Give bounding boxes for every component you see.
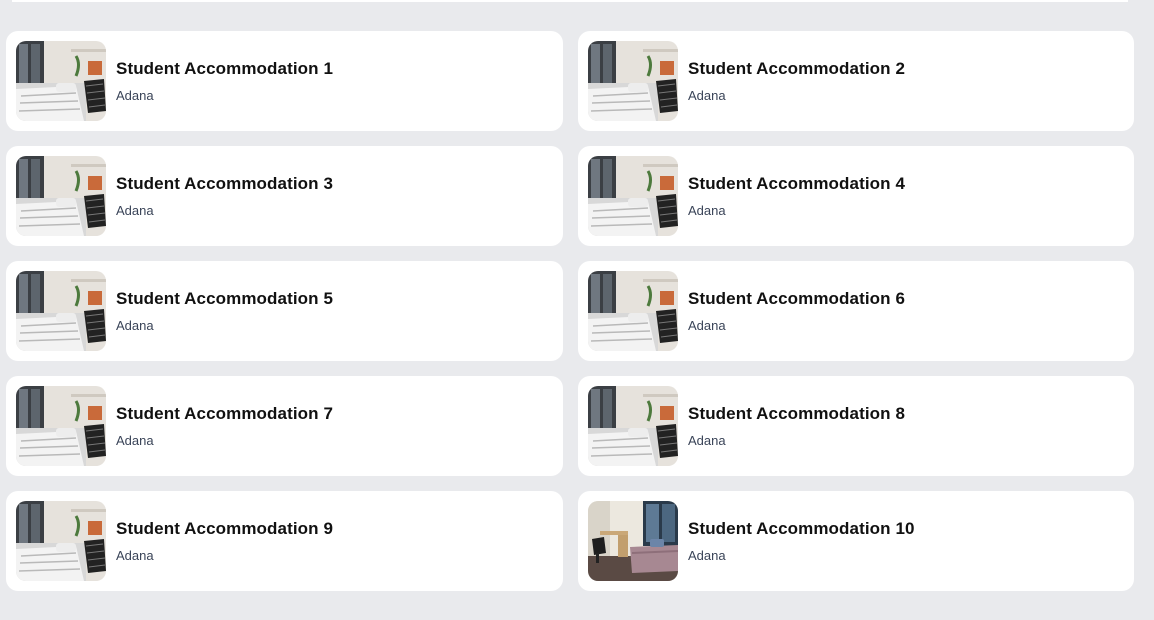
- listing-photo: [588, 41, 678, 121]
- listing-info: Student Accommodation 7 Adana: [116, 404, 333, 449]
- listing-info: Student Accommodation 9 Adana: [116, 519, 333, 564]
- listing-card[interactable]: Student Accommodation 5 Adana: [6, 261, 563, 361]
- listing-title[interactable]: Student Accommodation 7: [116, 404, 333, 424]
- listing-title[interactable]: Student Accommodation 4: [688, 174, 905, 194]
- listing-photo: [588, 386, 678, 466]
- listing-location: Adana: [116, 317, 154, 333]
- listing-info: Student Accommodation 1 Adana: [116, 59, 333, 104]
- room-white-icon: [16, 41, 106, 121]
- listing-info: Student Accommodation 3 Adana: [116, 174, 333, 219]
- listing-location: Adana: [116, 432, 154, 448]
- listing-title[interactable]: Student Accommodation 3: [116, 174, 333, 194]
- listing-title[interactable]: Student Accommodation 10: [688, 519, 915, 539]
- listing-card[interactable]: Student Accommodation 10 Adana: [578, 491, 1134, 591]
- listing-photo: [16, 271, 106, 351]
- top-divider: [12, 0, 1128, 2]
- listing-info: Student Accommodation 4 Adana: [688, 174, 905, 219]
- listing-card[interactable]: Student Accommodation 2 Adana: [578, 31, 1134, 131]
- listing-title[interactable]: Student Accommodation 1: [116, 59, 333, 79]
- room-white-icon: [588, 386, 678, 466]
- listing-title[interactable]: Student Accommodation 2: [688, 59, 905, 79]
- listing-card[interactable]: Student Accommodation 7 Adana: [6, 376, 563, 476]
- listing-title[interactable]: Student Accommodation 8: [688, 404, 905, 424]
- listing-title[interactable]: Student Accommodation 5: [116, 289, 333, 309]
- listing-location: Adana: [116, 547, 154, 563]
- room-white-icon: [588, 41, 678, 121]
- listing-location: Adana: [688, 202, 726, 218]
- room-white-icon: [16, 156, 106, 236]
- room-desk-icon: [588, 501, 678, 581]
- listing-card[interactable]: Student Accommodation 4 Adana: [578, 146, 1134, 246]
- listing-photo: [16, 41, 106, 121]
- listing-photo: [588, 501, 678, 581]
- listing-location: Adana: [116, 202, 154, 218]
- listing-card[interactable]: Student Accommodation 1 Adana: [6, 31, 563, 131]
- room-white-icon: [16, 386, 106, 466]
- listing-location: Adana: [116, 87, 154, 103]
- listing-location: Adana: [688, 87, 726, 103]
- listing-photo: [588, 156, 678, 236]
- listing-info: Student Accommodation 8 Adana: [688, 404, 905, 449]
- listing-info: Student Accommodation 2 Adana: [688, 59, 905, 104]
- listing-grid: Student Accommodation 1 Adana Student Ac…: [6, 31, 1134, 591]
- listing-photo: [588, 271, 678, 351]
- listing-location: Adana: [688, 432, 726, 448]
- room-white-icon: [588, 271, 678, 351]
- room-white-icon: [16, 501, 106, 581]
- listing-title[interactable]: Student Accommodation 6: [688, 289, 905, 309]
- listing-card[interactable]: Student Accommodation 3 Adana: [6, 146, 563, 246]
- listing-location: Adana: [688, 547, 726, 563]
- listing-info: Student Accommodation 10 Adana: [688, 519, 915, 564]
- listing-card[interactable]: Student Accommodation 8 Adana: [578, 376, 1134, 476]
- listing-card[interactable]: Student Accommodation 6 Adana: [578, 261, 1134, 361]
- listing-location: Adana: [688, 317, 726, 333]
- listing-photo: [16, 156, 106, 236]
- room-white-icon: [16, 271, 106, 351]
- listing-info: Student Accommodation 5 Adana: [116, 289, 333, 334]
- listing-photo: [16, 386, 106, 466]
- listing-info: Student Accommodation 6 Adana: [688, 289, 905, 334]
- listing-card[interactable]: Student Accommodation 9 Adana: [6, 491, 563, 591]
- room-white-icon: [588, 156, 678, 236]
- listing-photo: [16, 501, 106, 581]
- listing-title[interactable]: Student Accommodation 9: [116, 519, 333, 539]
